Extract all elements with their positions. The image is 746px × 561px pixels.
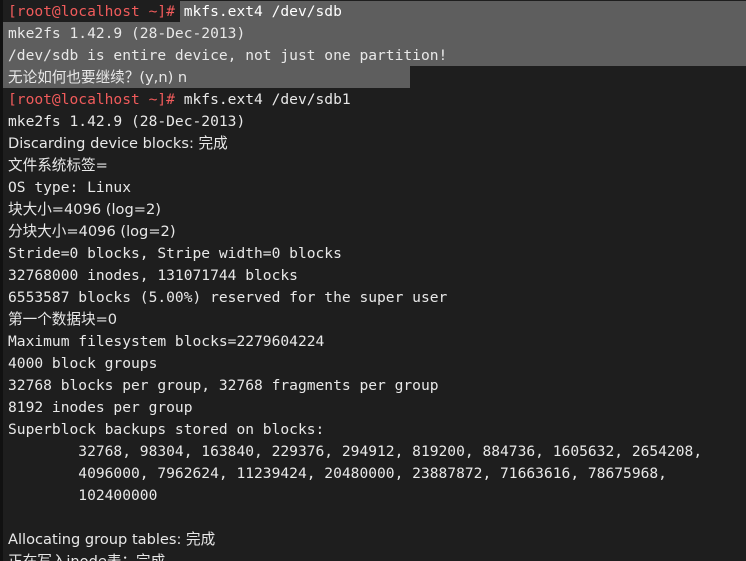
terminal-line: mke2fs 1.42.9 (28-Dec-2013) — [3, 23, 746, 45]
mke2fs-version: mke2fs 1.42.9 (28-Dec-2013) — [8, 113, 246, 130]
terminal-line: 无论如何也要继续？(y,n) n — [3, 67, 746, 89]
terminal-line: 32768 blocks per group, 32768 fragments … — [3, 375, 746, 397]
terminal-line: 正在写入inode表：完成 — [3, 551, 746, 561]
mke2fs-version: mke2fs 1.42.9 (28-Dec-2013) — [8, 25, 246, 42]
shell-command: mkfs.ext4 /dev/sdb1 — [174, 91, 351, 108]
terminal-line: Maximum filesystem blocks=2279604224 — [3, 331, 746, 353]
terminal-line: Stride=0 blocks, Stripe width=0 blocks — [3, 243, 746, 265]
reserved-blocks: 6553587 blocks (5.00%) reserved for the … — [8, 289, 448, 306]
terminal-line: 第一个数据块=0 — [3, 309, 746, 331]
block-size: 块大小=4096 (log=2) — [8, 201, 161, 218]
terminal-line: 块大小=4096 (log=2) — [3, 199, 746, 221]
terminal-line: [root@localhost ~]# mkfs.ext4 /dev/sdb — [3, 0, 746, 23]
terminal-line: 32768, 98304, 163840, 229376, 294912, 81… — [3, 441, 746, 463]
terminal-line: 4096000, 7962624, 11239424, 20480000, 23… — [3, 463, 746, 485]
os-type: OS type: Linux — [8, 179, 132, 196]
writing-inode-tables: 正在写入inode表：完成 — [8, 553, 165, 561]
terminal-screen[interactable]: [root@localhost ~]# mkfs.ext4 /dev/sdb m… — [3, 0, 746, 561]
terminal-line: 文件系统标签= — [3, 155, 746, 177]
terminal-line: Superblock backups stored on blocks: — [3, 419, 746, 441]
terminal-line: OS type: Linux — [3, 177, 746, 199]
terminal-line: 分块大小=4096 (log=2) — [3, 221, 746, 243]
terminal-line: 6553587 blocks (5.00%) reserved for the … — [3, 287, 746, 309]
superblock-backups-row-3: 102400000 — [8, 487, 158, 504]
terminal-line: /dev/sdb is entire device, not just one … — [3, 45, 746, 67]
superblock-backups-row-1: 32768, 98304, 163840, 229376, 294912, 81… — [8, 443, 703, 460]
proceed-prompt: 无论如何也要继续？(y,n) n — [8, 69, 188, 86]
fragment-size: 分块大小=4096 (log=2) — [8, 223, 176, 240]
discarding-device-blocks: Discarding device blocks: 完成 — [8, 135, 228, 152]
inodes-and-blocks: 32768000 inodes, 131071744 blocks — [8, 267, 298, 284]
filesystem-label: 文件系统标签= — [8, 157, 108, 174]
stride-stripe-width: Stride=0 blocks, Stripe width=0 blocks — [8, 245, 342, 262]
terminal-line: mke2fs 1.42.9 (28-Dec-2013) — [3, 111, 746, 133]
blocks-per-group: 32768 blocks per group, 32768 fragments … — [8, 377, 439, 394]
terminal-line: Discarding device blocks: 完成 — [3, 133, 746, 155]
superblock-backups-row-2: 4096000, 7962624, 11239424, 20480000, 23… — [8, 465, 667, 482]
terminal-line: 8192 inodes per group — [3, 397, 746, 419]
terminal-line: 102400000 — [3, 485, 746, 507]
terminal-line: [root@localhost ~]# mkfs.ext4 /dev/sdb1 — [3, 89, 746, 111]
terminal-line: Allocating group tables: 完成 — [3, 529, 746, 551]
terminal-line: 32768000 inodes, 131071744 blocks — [3, 265, 746, 287]
terminal-window[interactable]: [root@localhost ~]# mkfs.ext4 /dev/sdb m… — [0, 0, 746, 561]
terminal-line: 4000 block groups — [3, 353, 746, 375]
superblock-backups-header: Superblock backups stored on blocks: — [8, 421, 325, 438]
first-data-block: 第一个数据块=0 — [8, 311, 118, 328]
block-groups: 4000 block groups — [8, 355, 158, 372]
allocating-group-tables: Allocating group tables: 完成 — [8, 531, 216, 548]
inodes-per-group: 8192 inodes per group — [8, 399, 193, 416]
shell-prompt: [root@localhost ~]# — [8, 91, 175, 108]
device-warning: /dev/sdb is entire device, not just one … — [8, 47, 448, 64]
shell-command: mkfs.ext4 /dev/sdb — [174, 3, 342, 20]
shell-prompt: [root@localhost ~]# — [8, 3, 175, 20]
maximum-filesystem-blocks: Maximum filesystem blocks=2279604224 — [8, 333, 325, 350]
